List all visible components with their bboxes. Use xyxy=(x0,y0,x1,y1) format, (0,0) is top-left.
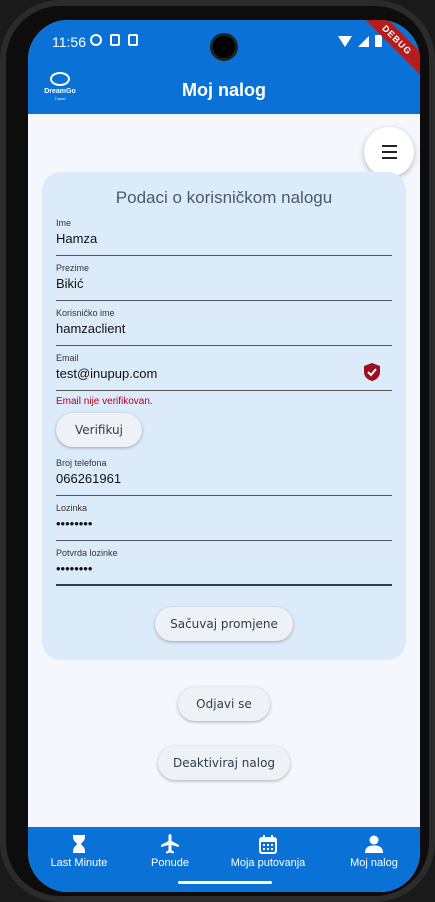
account-card: Podaci o korisničkom nalogu Ime Hamza Pr… xyxy=(42,172,406,660)
hourglass-icon xyxy=(73,835,85,853)
field-label: Korisničko ime xyxy=(56,308,115,318)
deactivate-account-button[interactable]: Deaktiviraj nalog xyxy=(158,746,290,780)
field-value: Hamza xyxy=(56,231,98,246)
email-error-text: Email nije verifikovan. xyxy=(56,396,153,407)
field-value: 066261961 xyxy=(56,471,122,486)
field-label: Lozinka xyxy=(56,503,88,513)
save-changes-button[interactable]: Sačuvaj promjene xyxy=(155,607,293,641)
field-label: Potvrda lozinke xyxy=(56,548,118,558)
nav-ponude[interactable]: Ponude xyxy=(145,833,195,869)
nav-moj-nalog[interactable]: Moj nalog xyxy=(344,833,404,869)
status-time: 11:56 xyxy=(52,34,86,50)
field-value: test@inupup.com xyxy=(56,366,158,381)
status-icons-right xyxy=(338,35,382,47)
shield-status-icon xyxy=(90,34,102,46)
nav-last-minute[interactable]: Last Minute xyxy=(50,833,108,869)
airplane-icon xyxy=(161,834,179,854)
phone-field[interactable]: Broj telefona 066261961 xyxy=(56,458,392,496)
nav-label: Moja putovanja xyxy=(230,857,306,869)
last-name-field[interactable]: Prezime Bikić xyxy=(56,263,392,301)
menu-button[interactable] xyxy=(364,127,414,177)
main-content[interactable]: Podaci o korisničkom nalogu Ime Hamza Pr… xyxy=(28,114,420,827)
field-label: Ime xyxy=(56,218,72,228)
person-icon xyxy=(365,835,383,853)
field-label: Email xyxy=(56,353,79,363)
password-field[interactable]: Lozinka •••••••• xyxy=(56,503,392,541)
verify-button[interactable]: Verifikuj xyxy=(56,413,142,447)
field-value: •••••••• xyxy=(56,561,93,576)
field-value: hamzaclient xyxy=(56,321,126,336)
front-camera xyxy=(210,33,238,61)
status-icons-left xyxy=(90,34,138,46)
sd-card-icon xyxy=(110,34,120,46)
logout-button[interactable]: Odjavi se xyxy=(178,687,270,721)
nav-label: Ponude xyxy=(151,857,189,869)
home-indicator[interactable] xyxy=(178,881,272,884)
nav-moja-putovanja[interactable]: Moja putovanja xyxy=(218,833,318,869)
notification-icon xyxy=(128,34,138,46)
menu-icon xyxy=(381,145,397,147)
nav-label: Last Minute xyxy=(50,857,108,869)
app-bar: 11:56 DEBUG DreamGo Travel Moj nalog xyxy=(28,20,420,114)
phone-bezel: 11:56 DEBUG DreamGo Travel Moj nalog Pod… xyxy=(6,6,429,896)
username-field[interactable]: Korisničko ime hamzaclient xyxy=(56,308,392,346)
phone-frame: 11:56 DEBUG DreamGo Travel Moj nalog Pod… xyxy=(0,0,435,902)
page-title: Moj nalog xyxy=(182,80,266,100)
field-value: Bikić xyxy=(56,276,84,291)
nav-label: Moj nalog xyxy=(350,857,398,869)
bottom-navigation: Last Minute Ponude Moja putovanja Moj na… xyxy=(28,827,420,892)
first-name-field[interactable]: Ime Hamza xyxy=(56,218,392,256)
field-label: Broj telefona xyxy=(56,458,107,468)
email-field[interactable]: Email test@inupup.com xyxy=(56,353,392,391)
field-label: Prezime xyxy=(56,263,90,273)
field-value: •••••••• xyxy=(56,516,93,531)
screen: 11:56 DEBUG DreamGo Travel Moj nalog Pod… xyxy=(28,20,420,892)
verified-shield-icon xyxy=(364,363,380,381)
debug-banner: DEBUG xyxy=(352,20,420,85)
confirm-password-field[interactable]: Potvrda lozinke •••••••• xyxy=(56,548,392,586)
signal-icon xyxy=(358,35,369,47)
card-title: Podaci o korisničkom nalogu xyxy=(115,188,333,207)
battery-icon xyxy=(375,35,382,47)
wifi-icon xyxy=(338,35,352,47)
calendar-icon xyxy=(259,834,277,854)
